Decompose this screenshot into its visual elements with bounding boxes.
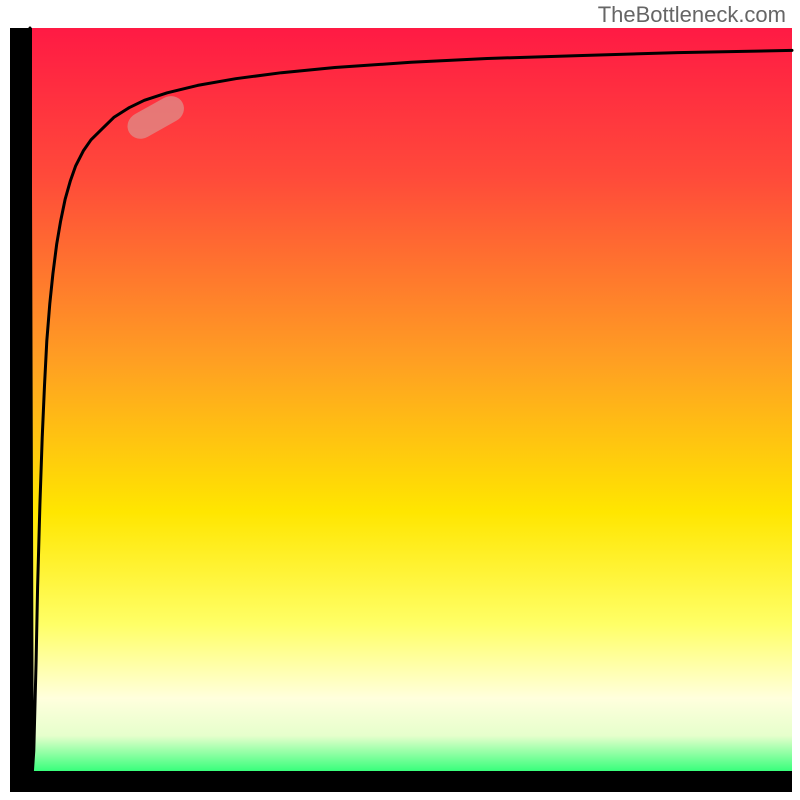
chart-container: TheBottleneck.com — [0, 0, 800, 800]
plot-background — [30, 28, 792, 773]
left-border — [10, 28, 30, 792]
bottom-border — [10, 773, 792, 792]
bottleneck-plot — [0, 0, 800, 800]
watermark-label: TheBottleneck.com — [598, 2, 786, 28]
